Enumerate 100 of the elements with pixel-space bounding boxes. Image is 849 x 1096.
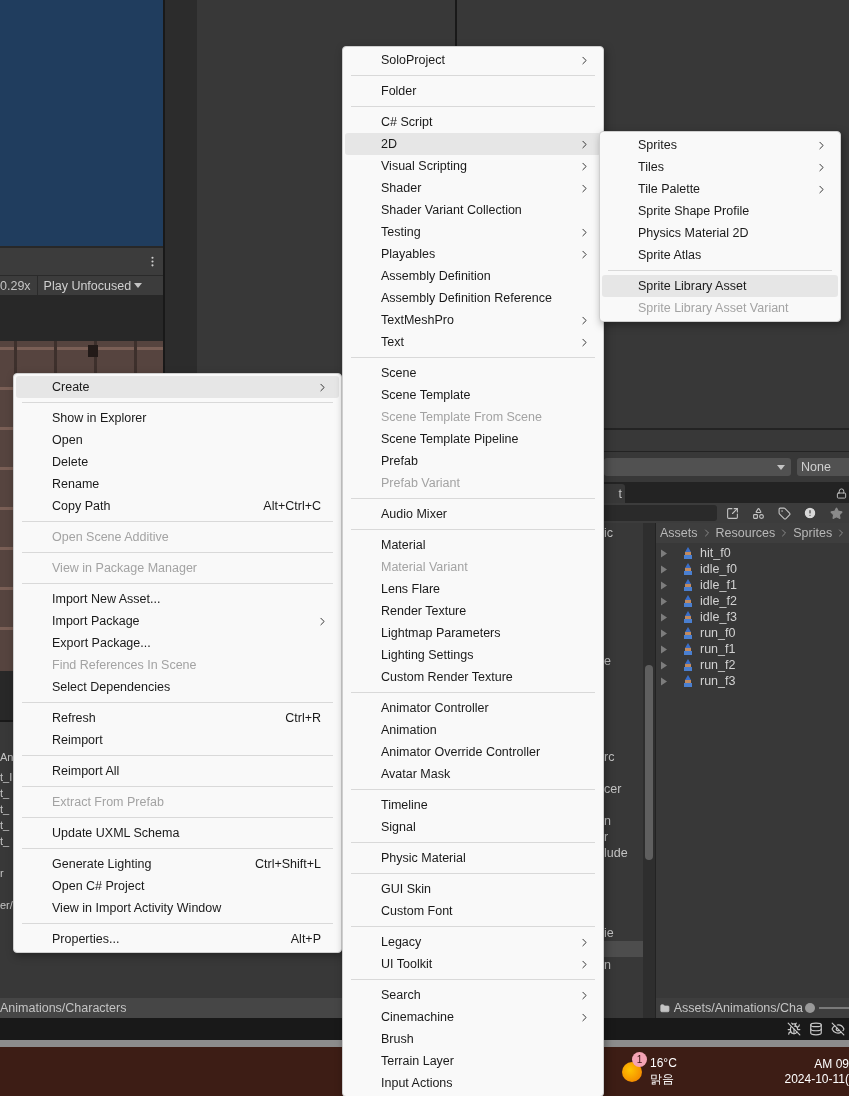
shapes-icon[interactable] [751, 506, 765, 520]
breadcrumb-link[interactable]: Assets [660, 526, 698, 540]
menu-item[interactable]: Timeline [345, 794, 601, 816]
menu-item[interactable]: Input Actions [345, 1072, 601, 1094]
tree-item[interactable]: r [604, 829, 643, 845]
menu-item[interactable]: Create [16, 376, 339, 398]
menu-item[interactable]: Audio Mixer [345, 503, 601, 525]
tree-item[interactable]: r [0, 865, 4, 881]
menu-item[interactable]: Visual Scripting [345, 155, 601, 177]
search-field[interactable] [604, 505, 717, 521]
menu-item[interactable]: Animator Override Controller [345, 741, 601, 763]
menu-item[interactable]: Assembly Definition [345, 265, 601, 287]
tree-item[interactable]: t_ [0, 801, 10, 817]
menu-item[interactable]: Custom Font [345, 900, 601, 922]
menu-item[interactable]: Open [16, 429, 339, 451]
tree-item[interactable]: ie [604, 925, 643, 941]
menu-item[interactable]: Update UXML Schema [16, 822, 339, 844]
menu-item[interactable]: Material [345, 534, 601, 556]
asset-name[interactable]: idle_f1 [700, 578, 737, 592]
database-icon[interactable] [809, 1022, 823, 1036]
menu-item[interactable]: Lens Flare [345, 578, 601, 600]
asset-name[interactable]: run_f0 [700, 626, 736, 640]
menu-item[interactable]: Reimport [16, 729, 339, 751]
menu-item[interactable]: Folder [345, 80, 601, 102]
menu-item[interactable]: Sprites [602, 134, 838, 156]
asset-name[interactable]: run_f1 [700, 642, 736, 656]
eye-off-icon[interactable] [831, 1022, 845, 1036]
sun-icon[interactable] [622, 1061, 642, 1082]
menu-item[interactable]: Reimport All [16, 760, 339, 782]
menu-item[interactable]: Show in Explorer [16, 407, 339, 429]
menu-item[interactable]: Render Texture [345, 600, 601, 622]
tree-item[interactable]: An [0, 749, 14, 765]
menu-item[interactable]: Animator Controller [345, 697, 601, 719]
menu-item[interactable]: Prefab [345, 450, 601, 472]
menu-item[interactable]: Refresh Ctrl+R [16, 707, 339, 729]
breadcrumb-link[interactable]: Sprites [793, 526, 833, 540]
menu-item[interactable]: Tiles [602, 156, 838, 178]
asset-name[interactable]: hit_f0 [700, 546, 731, 560]
asset-name[interactable]: run_f3 [700, 674, 736, 688]
value-field[interactable]: None [797, 458, 849, 476]
menu-item[interactable]: Custom Render Texture [345, 666, 601, 688]
menu-item[interactable]: Testing [345, 221, 601, 243]
menu-item[interactable]: Open C# Project [16, 875, 339, 897]
breadcrumb-link[interactable]: Resources [715, 526, 776, 540]
menu-item[interactable]: TextMeshPro [345, 309, 601, 331]
menu-item[interactable]: Lighting Settings [345, 644, 601, 666]
menu-item[interactable]: Text [345, 331, 601, 353]
bug-off-icon[interactable] [787, 1022, 801, 1036]
tree-item[interactable]: e [604, 653, 643, 669]
asset-name[interactable]: run_f2 [700, 658, 736, 672]
tree-item[interactable]: ic [604, 525, 643, 541]
menu-item[interactable]: C# Script [345, 111, 601, 133]
tag-icon[interactable] [777, 506, 791, 520]
menu-item[interactable]: Export Package... [16, 632, 339, 654]
tree-item[interactable]: cer [604, 781, 643, 797]
panel-tab[interactable]: t [604, 484, 625, 503]
menu-item[interactable]: Terrain Layer [345, 1050, 601, 1072]
menu-item[interactable]: Sprite Atlas [602, 244, 838, 266]
menu-item[interactable]: Assembly Definition Reference [345, 287, 601, 309]
menu-item[interactable]: SoloProject [345, 49, 601, 71]
menu-item[interactable]: UI Toolkit [345, 953, 601, 975]
menu-item[interactable]: Animation [345, 719, 601, 741]
tree-item[interactable]: n [604, 957, 643, 973]
tree-item[interactable]: n [604, 813, 643, 829]
menu-item[interactable]: Import Package [16, 610, 339, 632]
menu-item[interactable]: Copy Path Alt+Ctrl+C [16, 495, 339, 517]
menu-item[interactable]: Sprite Library Asset [602, 275, 838, 297]
menu-item[interactable]: Tile Palette [602, 178, 838, 200]
asset-name[interactable]: idle_f2 [700, 594, 737, 608]
popout-icon[interactable] [725, 506, 739, 520]
scrollbar[interactable] [643, 523, 655, 1018]
asset-name[interactable]: idle_f0 [700, 562, 737, 576]
menu-item[interactable]: Playables [345, 243, 601, 265]
menu-item[interactable]: Search [345, 984, 601, 1006]
menu-item[interactable]: Physics Material 2D [602, 222, 838, 244]
tree-item[interactable]: t_ [0, 833, 10, 849]
menu-item[interactable]: Signal [345, 816, 601, 838]
star-icon[interactable] [829, 506, 843, 520]
tree-item[interactable]: t_I [0, 769, 13, 785]
tree-item[interactable]: t_ [0, 817, 10, 833]
menu-item[interactable]: Select Dependencies [16, 676, 339, 698]
tree-item[interactable]: lude [604, 845, 643, 861]
menu-item[interactable]: GUI Skin [345, 878, 601, 900]
menu-item[interactable]: Scene Template Pipeline [345, 428, 601, 450]
menu-item[interactable]: Scene [345, 362, 601, 384]
menu-item[interactable]: 2D [345, 133, 601, 155]
menu-item[interactable]: Lightmap Parameters [345, 622, 601, 644]
lock-icon[interactable] [836, 488, 847, 499]
tree-item[interactable]: rc [604, 749, 643, 765]
size-slider-knob[interactable] [805, 1003, 815, 1013]
menu-item[interactable]: Avatar Mask [345, 763, 601, 785]
menu-item[interactable]: Shader [345, 177, 601, 199]
menu-item[interactable]: Import New Asset... [16, 588, 339, 610]
tree-item[interactable]: er/ [0, 897, 13, 913]
alert-icon[interactable] [803, 506, 817, 520]
menu-item[interactable]: Rename [16, 473, 339, 495]
menu-item[interactable]: Properties... Alt+P [16, 928, 339, 950]
menu-item[interactable]: Delete [16, 451, 339, 473]
tree-item[interactable]: t_ [0, 785, 10, 801]
menu-item[interactable]: Legacy [345, 931, 601, 953]
